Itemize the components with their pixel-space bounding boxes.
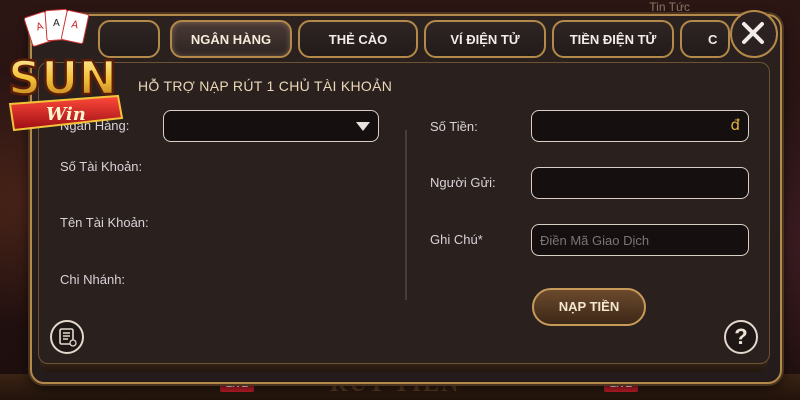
deposit-button[interactable]: NẠP TIỀN: [532, 288, 646, 326]
close-icon: [742, 22, 764, 44]
background-news-text: Tin Tức: [649, 0, 690, 14]
tab-bank[interactable]: NGÂN HÀNG: [170, 20, 292, 58]
bank-select[interactable]: [163, 110, 379, 142]
account-number-label: Số Tài Khoản:: [60, 159, 143, 174]
currency-symbol: đ: [730, 116, 740, 134]
help-button[interactable]: ?: [724, 320, 758, 354]
note-input[interactable]: [532, 225, 748, 255]
tab-e-wallet[interactable]: VÍ ĐIỆN TỬ: [424, 20, 546, 58]
amount-label: Số Tiền:: [430, 119, 478, 134]
account-name-label: Tên Tài Khoản:: [60, 215, 149, 230]
sender-input[interactable]: [531, 167, 749, 199]
amount-input[interactable]: đ: [531, 110, 749, 142]
close-button[interactable]: [730, 10, 778, 58]
tab-phone-card[interactable]: THẺ CÀO: [298, 20, 418, 58]
note-label: Ghi Chú*: [430, 232, 483, 247]
svg-text:A: A: [53, 18, 60, 29]
tab-crypto[interactable]: TIỀN ĐIỆN TỬ: [552, 20, 674, 58]
column-divider: [405, 130, 407, 300]
note-field[interactable]: [531, 224, 749, 256]
history-button[interactable]: [50, 320, 84, 354]
form-subtitle: HỖ TRỢ NẠP RÚT 1 CHỦ TÀI KHOẢN: [138, 78, 393, 94]
receipt-icon: [59, 328, 77, 347]
sender-label: Người Gửi:: [430, 175, 496, 190]
branch-label: Chi Nhánh:: [60, 272, 126, 287]
playing-cards-icon: A A A: [23, 8, 90, 47]
chevron-down-icon: [356, 122, 370, 131]
tab-more[interactable]: C: [680, 20, 730, 58]
logo-sub-text: Win: [46, 104, 86, 125]
sunwin-logo: A A A SUN Win: [0, 8, 150, 140]
